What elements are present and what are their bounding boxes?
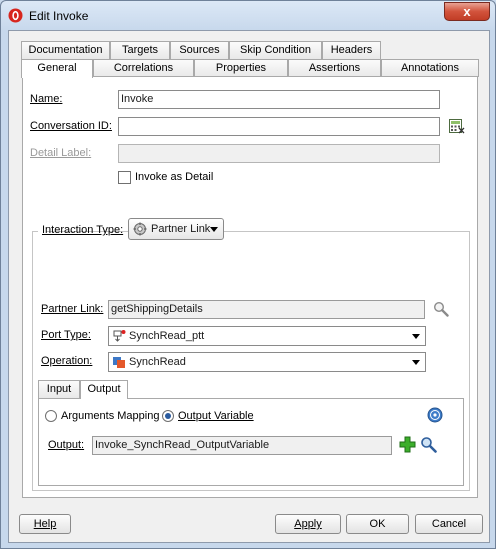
add-icon[interactable]: [399, 436, 416, 453]
conversation-id-label: Conversation ID:: [30, 120, 112, 132]
interaction-type-value: Partner Link: [151, 223, 211, 235]
invoke-as-detail-checkbox[interactable]: [118, 171, 131, 184]
output-panel: Arguments Mapping Output Variable Output…: [38, 398, 464, 486]
cancel-button-label: Cancel: [431, 518, 467, 530]
invoke-as-detail-label: Invoke as Detail: [135, 171, 214, 183]
tab-correlations[interactable]: Correlations: [93, 59, 194, 77]
interaction-type-button[interactable]: Partner Link: [128, 218, 224, 240]
tab-skip-condition[interactable]: Skip Condition: [229, 41, 322, 59]
tab-headers[interactable]: Headers: [322, 41, 381, 59]
operation-value: SynchRead: [129, 356, 186, 368]
tab-targets[interactable]: Targets: [110, 41, 170, 59]
tab-assertions[interactable]: Assertions: [288, 59, 381, 77]
cancel-button[interactable]: Cancel: [415, 514, 483, 534]
ok-button[interactable]: OK: [346, 514, 409, 534]
interaction-group: Interaction Type: Partner Link Partner L…: [32, 218, 470, 491]
window-title: Edit Invoke: [29, 9, 89, 23]
tab-output[interactable]: Output: [80, 380, 128, 399]
tab-input[interactable]: Input: [38, 380, 80, 398]
detail-label-label: Detail Label:: [30, 147, 92, 159]
operation-icon: [113, 357, 125, 368]
chevron-down-icon: [412, 334, 420, 339]
arguments-mapping-radio[interactable]: [45, 410, 57, 422]
apply-button[interactable]: Apply: [275, 514, 341, 534]
apply-button-label: Apply: [294, 518, 322, 530]
help-button[interactable]: Help: [19, 514, 71, 534]
partner-link-icon: [133, 222, 147, 236]
edit-invoke-dialog: Edit Invoke x Documentation Targets Sour…: [0, 0, 496, 549]
output-variable-label: Output Variable: [178, 410, 254, 422]
dialog-body: Documentation Targets Sources Skip Condi…: [8, 30, 490, 543]
help-icon[interactable]: [427, 407, 443, 423]
port-type-label: Port Type:: [41, 329, 91, 341]
partner-link-label: Partner Link:: [41, 303, 103, 315]
partner-link-label-text: Partner Link:: [41, 303, 104, 315]
output-label: Output:: [48, 439, 84, 451]
tab-general[interactable]: General: [21, 59, 93, 78]
tab-annotations[interactable]: Annotations: [381, 59, 479, 77]
chevron-down-icon: [412, 360, 420, 365]
port-type-icon: [113, 330, 126, 342]
chevron-down-icon: [210, 227, 218, 232]
tab-sources[interactable]: Sources: [170, 41, 229, 59]
output-variable-field[interactable]: Invoke_SynchRead_OutputVariable: [92, 436, 392, 455]
search-icon[interactable]: [420, 436, 437, 453]
oracle-logo-icon: [8, 8, 23, 23]
arguments-mapping-label: Arguments Mapping: [61, 410, 160, 422]
operation-select[interactable]: SynchRead: [108, 352, 426, 372]
ok-button-label: OK: [369, 518, 386, 530]
partner-link-field[interactable]: getShippingDetails: [108, 300, 425, 319]
tab-properties[interactable]: Properties: [194, 59, 288, 77]
general-panel: Name: Invoke Conversation ID: Detail Lab…: [22, 76, 478, 498]
help-button-label: Help: [33, 518, 57, 530]
port-type-select[interactable]: SynchRead_ptt: [108, 326, 426, 346]
port-type-value: SynchRead_ptt: [129, 330, 205, 342]
expression-builder-icon[interactable]: [448, 118, 465, 135]
tab-documentation[interactable]: Documentation: [21, 41, 110, 59]
interaction-type-label: Interaction Type:: [42, 224, 124, 236]
close-icon: x: [463, 4, 471, 19]
operation-label: Operation:: [41, 355, 93, 367]
detail-label-field: [118, 144, 440, 163]
close-button[interactable]: x: [444, 2, 490, 21]
search-icon[interactable]: [433, 301, 449, 317]
name-label: Name:: [30, 93, 63, 105]
output-label-text: Output:: [48, 439, 85, 451]
name-field[interactable]: Invoke: [118, 90, 440, 109]
interaction-type-legend: Interaction Type: Partner Link: [38, 218, 224, 244]
output-variable-radio[interactable]: [162, 410, 174, 422]
title-bar[interactable]: Edit Invoke x: [1, 1, 495, 31]
conversation-id-field[interactable]: [118, 117, 440, 136]
